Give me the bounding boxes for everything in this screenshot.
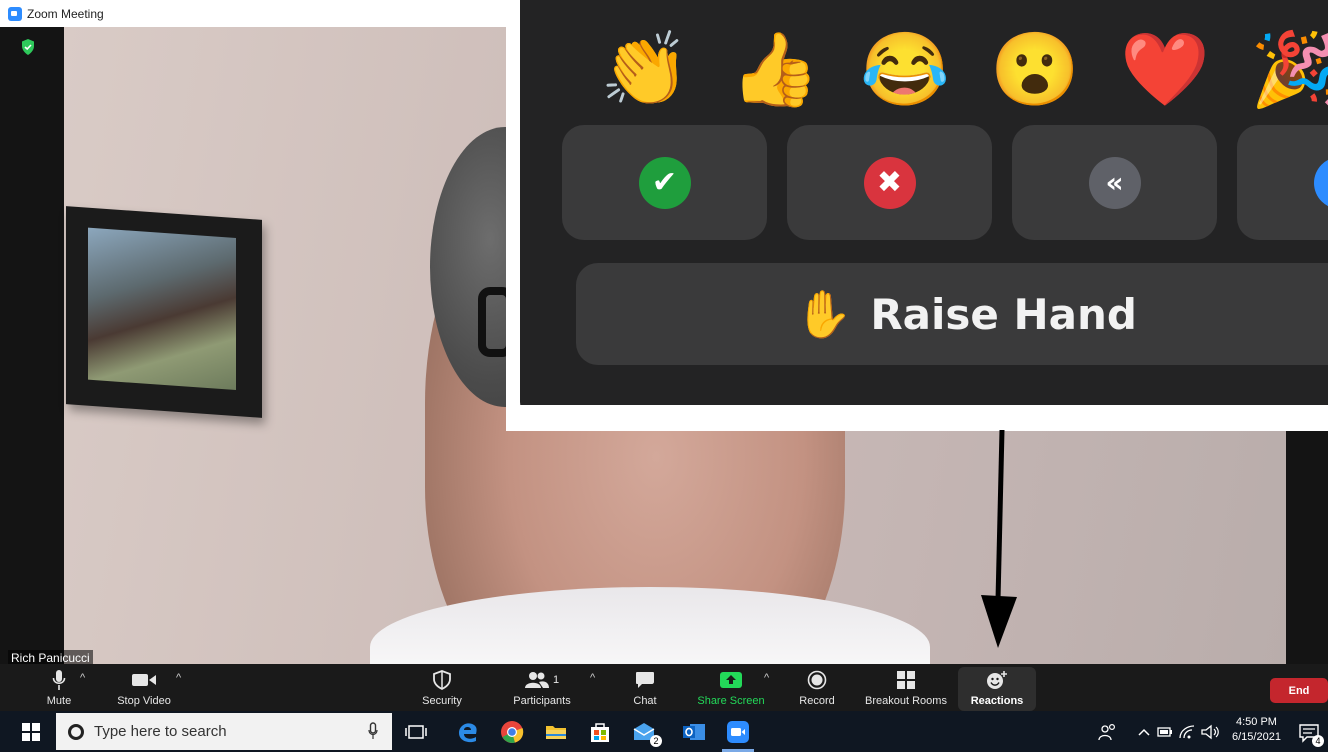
- breakout-rooms-button[interactable]: Breakout Rooms: [862, 664, 950, 711]
- x-icon: ✖: [863, 156, 916, 209]
- people-icon[interactable]: [1098, 720, 1118, 744]
- go-slower-button[interactable]: «: [1012, 125, 1217, 240]
- reactions-panel: 👏 👍 😂 😮 ❤️ 🎉 ✔ ✖ « ✋ Raise Hand: [520, 0, 1328, 420]
- stop-video-label: Stop Video: [117, 695, 171, 707]
- zoom-app-icon: [8, 6, 22, 21]
- wall-picture-frame: [66, 206, 262, 418]
- stop-video-button[interactable]: Stop Video: [108, 664, 180, 711]
- share-options-caret-icon[interactable]: ^: [764, 672, 769, 684]
- fast-forward-icon: [1313, 156, 1328, 209]
- show-hidden-icons-chevron-icon[interactable]: [1136, 720, 1152, 744]
- participant-name-tag: Rich Panicucci: [8, 650, 93, 664]
- party-popper-emoji-button[interactable]: 🎉: [1230, 25, 1328, 115]
- security-button[interactable]: Security: [412, 664, 472, 711]
- pointer-arrow-icon: [981, 430, 1017, 648]
- rewind-icon: «: [1088, 156, 1141, 209]
- breakout-rooms-icon: [896, 669, 916, 691]
- clap-emoji-button[interactable]: 👏: [580, 25, 710, 115]
- notification-badge: 4: [1312, 735, 1324, 747]
- task-view-icon[interactable]: [404, 720, 428, 744]
- record-icon: [807, 669, 827, 691]
- outlook-icon[interactable]: [682, 720, 706, 744]
- clock-time: 4:50 PM: [1235, 716, 1277, 728]
- video-options-caret-icon[interactable]: ^: [176, 672, 181, 684]
- window-title: Zoom Meeting: [27, 6, 104, 21]
- yes-button[interactable]: ✔: [562, 125, 767, 240]
- open-mouth-emoji-button[interactable]: 😮: [970, 25, 1100, 115]
- raised-hand-icon: ✋: [795, 287, 853, 340]
- raise-hand-label: Raise Hand: [870, 289, 1137, 339]
- check-icon: ✔: [638, 156, 691, 209]
- chat-button[interactable]: Chat: [622, 664, 668, 711]
- participants-button[interactable]: 1 Participants: [506, 664, 578, 711]
- mail-badge: 2: [650, 735, 662, 747]
- share-screen-label: Share Screen: [697, 695, 765, 707]
- cortana-icon: [68, 723, 84, 740]
- taskbar-search-box[interactable]: Type here to search: [56, 713, 392, 750]
- record-label: Record: [799, 695, 835, 707]
- video-camera-icon: [131, 669, 157, 691]
- raise-hand-button[interactable]: ✋ Raise Hand: [576, 263, 1328, 365]
- wifi-icon[interactable]: [1178, 720, 1196, 744]
- reactions-zoom-inset: 👏 👍 😂 😮 ❤️ 🎉 ✔ ✖ « ✋ Raise Hand: [506, 0, 1328, 431]
- mute-label: Mute: [46, 695, 72, 707]
- encryption-shield-icon[interactable]: [21, 39, 35, 55]
- breakout-rooms-label: Breakout Rooms: [865, 695, 947, 707]
- microphone-icon: [52, 669, 66, 691]
- reactions-button[interactable]: Reactions: [964, 664, 1030, 711]
- battery-power-icon[interactable]: [1156, 720, 1174, 744]
- microsoft-store-icon[interactable]: [588, 720, 612, 744]
- smiley-add-icon: [986, 669, 1008, 691]
- shield-icon: [433, 669, 451, 691]
- participants-count: 1: [552, 674, 560, 686]
- participants-options-caret-icon[interactable]: ^: [590, 672, 595, 684]
- taskbar-search-placeholder: Type here to search: [94, 723, 227, 740]
- volume-icon[interactable]: [1200, 720, 1220, 744]
- search-microphone-icon[interactable]: [368, 722, 378, 740]
- record-button[interactable]: Record: [794, 664, 840, 711]
- participants-icon: 1: [524, 669, 560, 691]
- security-label: Security: [422, 695, 462, 707]
- emoji-reactions-row: 👏 👍 😂 😮 ❤️ 🎉: [580, 25, 1328, 115]
- clock-date: 6/15/2021: [1232, 731, 1281, 743]
- windows-taskbar: Type here to search 2 4:50 PM 6/15/2021 …: [0, 711, 1328, 752]
- participants-label: Participants: [513, 695, 571, 707]
- edge-browser-icon[interactable]: [456, 720, 480, 744]
- zoom-taskbar-icon[interactable]: [726, 720, 750, 744]
- go-faster-button[interactable]: [1237, 125, 1328, 240]
- mute-button[interactable]: Mute: [34, 664, 84, 711]
- inset-bottom-margin: [506, 405, 1328, 431]
- end-meeting-button[interactable]: End: [1270, 678, 1328, 703]
- chat-label: Chat: [633, 695, 657, 707]
- thumbs-up-emoji-button[interactable]: 👍: [710, 25, 840, 115]
- meeting-toolbar: Mute ^ Stop Video ^ Security 1 Participa…: [0, 664, 1328, 711]
- no-button[interactable]: ✖: [787, 125, 992, 240]
- chrome-browser-icon[interactable]: [500, 720, 524, 744]
- file-explorer-icon[interactable]: [544, 720, 568, 744]
- share-screen-button[interactable]: Share Screen: [694, 664, 768, 711]
- windows-start-icon[interactable]: [22, 723, 40, 741]
- joy-emoji-button[interactable]: 😂: [840, 25, 970, 115]
- audio-options-caret-icon[interactable]: ^: [80, 672, 85, 684]
- share-screen-icon: [719, 669, 743, 691]
- reactions-label: Reactions: [970, 695, 1024, 707]
- system-clock[interactable]: 4:50 PM 6/15/2021: [1232, 715, 1281, 745]
- heart-emoji-button[interactable]: ❤️: [1100, 25, 1230, 115]
- chat-bubble-icon: [635, 669, 655, 691]
